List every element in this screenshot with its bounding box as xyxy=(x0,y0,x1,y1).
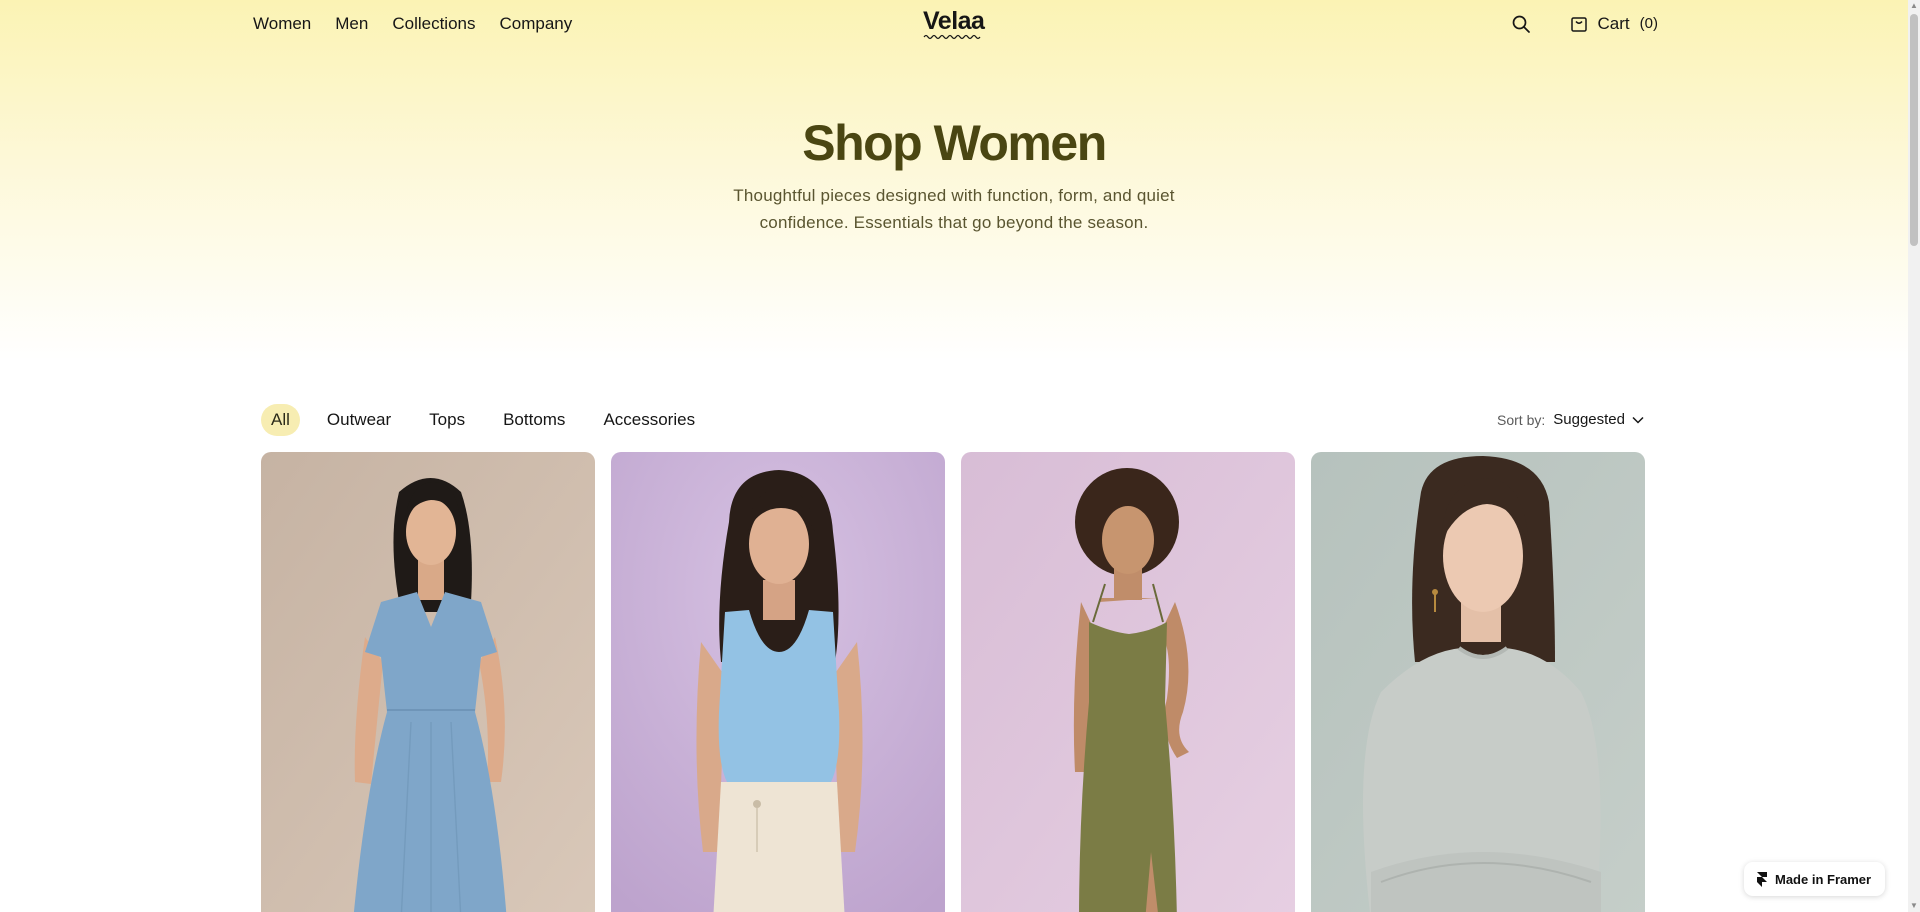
site-logo[interactable]: Velaa xyxy=(923,6,985,40)
hero-subtitle: Thoughtful pieces designed with function… xyxy=(704,182,1204,236)
chevron-down-icon xyxy=(1632,416,1644,424)
logo-wave-underline xyxy=(923,34,981,40)
site-header: Women Men Collections Company Velaa Cart… xyxy=(0,0,1908,48)
vertical-scrollbar[interactable]: ▲ ▼ xyxy=(1908,0,1920,912)
sort-label: Sort by: xyxy=(1497,412,1546,428)
cart-link[interactable]: Cart xyxy=(1598,12,1630,36)
product-card[interactable] xyxy=(1311,452,1645,912)
product-card[interactable] xyxy=(611,452,945,912)
page-title: Shop Women xyxy=(802,115,1107,171)
product-card[interactable] xyxy=(261,452,595,912)
sort-value: Suggested xyxy=(1553,411,1625,428)
filter-accessories[interactable]: Accessories xyxy=(592,404,706,436)
framer-badge-label: Made in Framer xyxy=(1775,871,1872,887)
scroll-up-arrow-icon[interactable]: ▲ xyxy=(1910,2,1918,10)
hero-subtitle-line-2: confidence. Essentials that go beyond th… xyxy=(759,213,1149,232)
product-card[interactable] xyxy=(961,452,1295,912)
scroll-down-arrow-icon[interactable]: ▼ xyxy=(1910,902,1918,910)
hero-subtitle-line-1: Thoughtful pieces designed with function… xyxy=(733,186,1175,205)
category-filters: All Outwear Tops Bottoms Accessories xyxy=(261,404,714,436)
product-image-grey-sweater xyxy=(1311,452,1645,912)
search-icon[interactable] xyxy=(1510,12,1532,36)
product-image-blue-tank-top xyxy=(611,452,945,912)
product-grid xyxy=(261,452,1645,912)
nav-link-men[interactable]: Men xyxy=(335,12,368,36)
filter-bottoms[interactable]: Bottoms xyxy=(492,404,576,436)
filter-tops[interactable]: Tops xyxy=(418,404,476,436)
cart-count: (0) xyxy=(1639,15,1658,32)
header-actions: Cart (0) xyxy=(1510,12,1658,36)
filter-all[interactable]: All xyxy=(261,404,300,436)
nav-link-collections[interactable]: Collections xyxy=(392,12,475,36)
scrollbar-thumb[interactable] xyxy=(1910,14,1918,246)
made-in-framer-badge[interactable]: Made in Framer xyxy=(1744,862,1886,896)
logo-text: Velaa xyxy=(923,7,985,35)
nav-link-women[interactable]: Women xyxy=(253,12,311,36)
primary-nav: Women Men Collections Company xyxy=(253,12,572,36)
framer-logo-icon xyxy=(1757,872,1767,887)
product-image-blue-dress xyxy=(261,452,595,912)
cart-bag-icon[interactable] xyxy=(1568,12,1590,36)
product-image-olive-slip-dress xyxy=(961,452,1295,912)
nav-link-company[interactable]: Company xyxy=(500,12,573,36)
filter-outwear[interactable]: Outwear xyxy=(316,404,402,436)
sort-dropdown[interactable]: Sort by: Suggested xyxy=(1497,408,1645,432)
page: Women Men Collections Company Velaa Cart… xyxy=(0,0,1908,912)
